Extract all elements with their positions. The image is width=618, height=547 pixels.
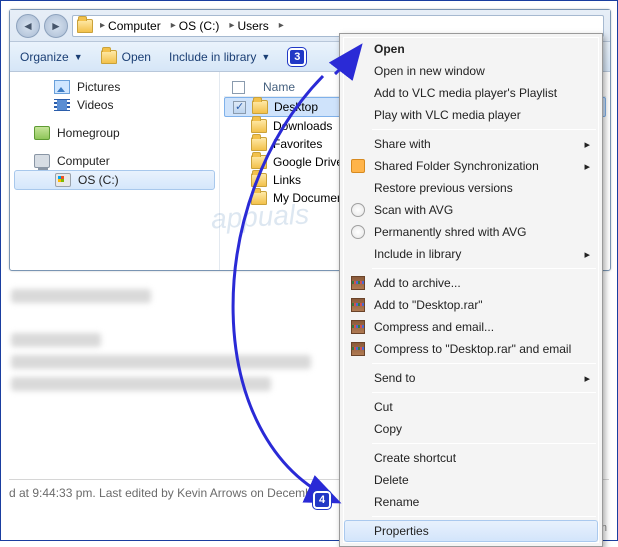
folder-open-icon <box>101 50 117 64</box>
pictures-icon <box>54 80 70 94</box>
item-checkbox[interactable] <box>233 101 246 114</box>
submenu-arrow-icon: ▸ <box>584 372 590 385</box>
menu-rename[interactable]: Rename <box>344 491 598 513</box>
folder-icon <box>251 137 267 151</box>
folder-icon <box>251 155 267 169</box>
menu-open-new-window[interactable]: Open in new window <box>344 60 598 82</box>
menu-copy[interactable]: Copy <box>344 418 598 440</box>
menu-send-to[interactable]: Send to▸ <box>344 367 598 389</box>
menu-cut[interactable]: Cut <box>344 396 598 418</box>
menu-scan-avg[interactable]: Scan with AVG <box>344 199 598 221</box>
submenu-arrow-icon: ▸ <box>584 160 590 173</box>
videos-icon <box>54 99 70 111</box>
folder-icon <box>77 19 93 33</box>
folder-icon <box>251 119 267 133</box>
obscured-background-text <box>11 281 341 399</box>
background-watermark: appuals <box>210 198 310 235</box>
submenu-arrow-icon: ▸ <box>584 138 590 151</box>
computer-icon <box>34 154 50 168</box>
homegroup-icon <box>34 126 50 140</box>
menu-shred-avg[interactable]: Permanently shred with AVG <box>344 221 598 243</box>
winrar-icon <box>351 320 365 334</box>
breadcrumb-drive: OS (C:) <box>179 19 220 33</box>
organize-button[interactable]: Organize▼ <box>20 50 83 64</box>
os-drive-icon <box>55 173 71 187</box>
menu-delete[interactable]: Delete <box>344 469 598 491</box>
menu-open[interactable]: Open <box>344 38 598 60</box>
menu-separator <box>372 129 596 130</box>
winrar-icon <box>351 276 365 290</box>
navigation-sidebar: Pictures Videos Homegroup Computer OS (C… <box>10 72 220 270</box>
submenu-arrow-icon: ▸ <box>584 248 590 261</box>
menu-include-library[interactable]: Include in library▸ <box>344 243 598 265</box>
sidebar-item-os-drive[interactable]: OS (C:) <box>14 170 215 190</box>
menu-share-with[interactable]: Share with▸ <box>344 133 598 155</box>
breadcrumb-folder: Users <box>237 19 268 33</box>
breadcrumb-more[interactable]: ▸ <box>276 19 287 32</box>
sidebar-item-homegroup[interactable]: Homegroup <box>10 124 219 142</box>
context-menu: Open Open in new window Add to VLC media… <box>339 33 603 547</box>
sidebar-item-pictures[interactable]: Pictures <box>10 78 219 96</box>
winrar-icon <box>351 342 365 356</box>
sidebar-item-videos[interactable]: Videos <box>10 96 219 114</box>
menu-separator <box>372 443 596 444</box>
open-button[interactable]: Open <box>101 50 151 64</box>
menu-create-shortcut[interactable]: Create shortcut <box>344 447 598 469</box>
breadcrumb-segment[interactable]: ▸Users <box>226 18 271 34</box>
select-all-checkbox[interactable] <box>232 81 245 94</box>
menu-vlc-play[interactable]: Play with VLC media player <box>344 104 598 126</box>
sidebar-item-computer[interactable]: Computer <box>10 152 219 170</box>
menu-compress-email[interactable]: Compress and email... <box>344 316 598 338</box>
avg-icon <box>351 203 365 217</box>
menu-restore-versions[interactable]: Restore previous versions <box>344 177 598 199</box>
menu-compress-rar-email[interactable]: Compress to "Desktop.rar" and email <box>344 338 598 360</box>
annotation-step-3: 3 <box>288 48 306 66</box>
breadcrumb-segment[interactable]: ▸Computer <box>97 18 164 34</box>
forward-button[interactable]: ► <box>44 14 68 38</box>
include-library-button[interactable]: Include in library▼ <box>169 50 270 64</box>
avg-icon <box>351 225 365 239</box>
sync-icon <box>351 159 365 173</box>
menu-add-desktop-rar[interactable]: Add to "Desktop.rar" <box>344 294 598 316</box>
menu-separator <box>372 363 596 364</box>
menu-shared-folder-sync[interactable]: Shared Folder Synchronization▸ <box>344 155 598 177</box>
breadcrumb-segment[interactable]: ▸OS (C:) <box>168 18 223 34</box>
menu-separator <box>372 516 596 517</box>
menu-add-archive[interactable]: Add to archive... <box>344 272 598 294</box>
folder-icon <box>251 173 267 187</box>
back-button[interactable]: ◄ <box>16 14 40 38</box>
menu-vlc-playlist[interactable]: Add to VLC media player's Playlist <box>344 82 598 104</box>
menu-properties[interactable]: Properties <box>344 520 598 542</box>
annotation-step-4: 4 <box>313 491 331 509</box>
folder-icon <box>252 100 268 114</box>
winrar-icon <box>351 298 365 312</box>
breadcrumb-root: Computer <box>108 19 161 33</box>
menu-separator <box>372 392 596 393</box>
menu-separator <box>372 268 596 269</box>
